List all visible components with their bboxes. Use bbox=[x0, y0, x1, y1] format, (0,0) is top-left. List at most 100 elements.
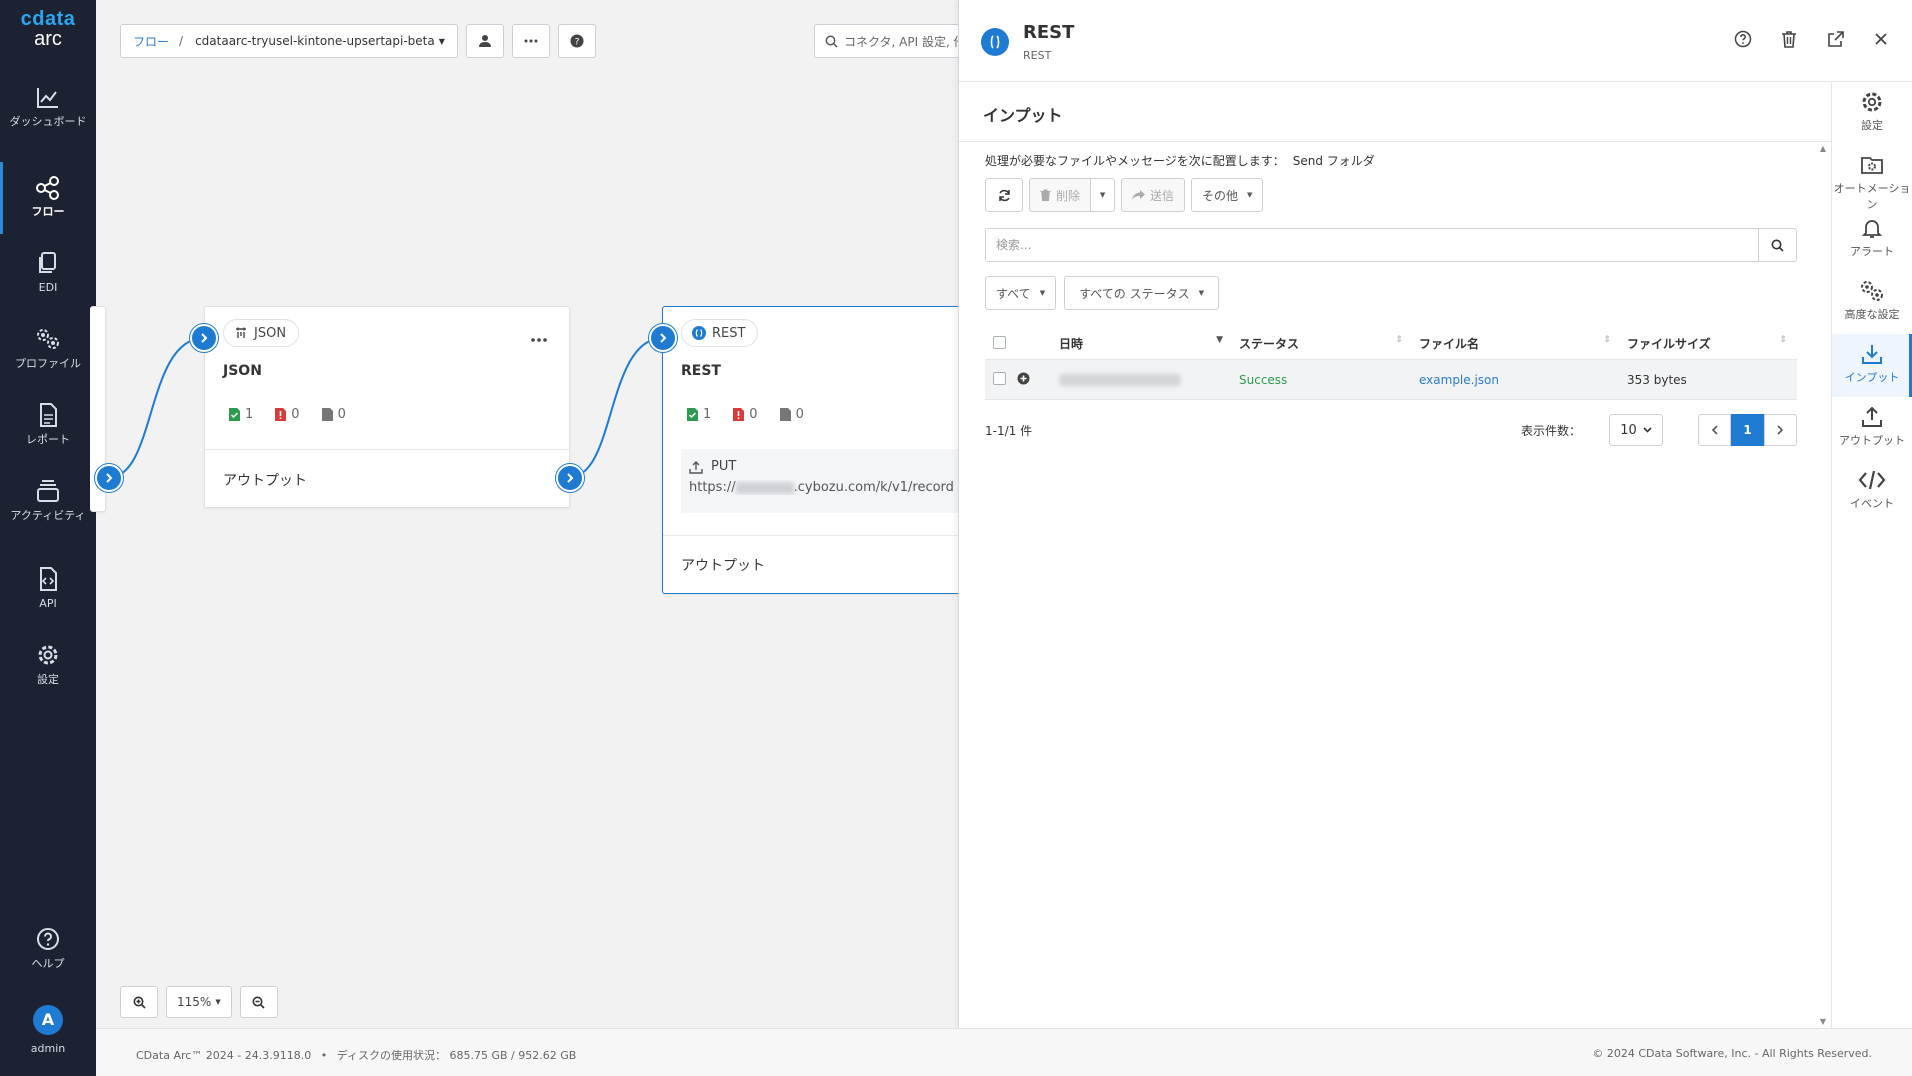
panel-title: REST bbox=[1023, 22, 1075, 43]
zoom-out-button[interactable] bbox=[239, 986, 278, 1018]
user-menu[interactable]: A admin bbox=[0, 1005, 96, 1055]
prev-page-button[interactable] bbox=[1698, 414, 1731, 446]
nav-item-report[interactable]: レポート bbox=[0, 402, 96, 446]
tab-automation[interactable]: オートメーション bbox=[1832, 145, 1912, 211]
file-icon bbox=[779, 408, 791, 421]
zoom-out-icon bbox=[252, 996, 265, 1009]
page-button-current[interactable]: 1 bbox=[1731, 414, 1764, 446]
pending-count[interactable]: 0 bbox=[321, 407, 346, 422]
select-all-checkbox[interactable] bbox=[993, 335, 1006, 349]
trash-icon bbox=[1040, 189, 1051, 201]
search-icon bbox=[1771, 239, 1784, 252]
page-size-select[interactable]: 10 bbox=[1609, 414, 1663, 446]
upload-icon bbox=[689, 460, 703, 474]
scroll-down-arrow[interactable]: ▼ bbox=[1820, 1017, 1826, 1026]
nav-item-profile[interactable]: プロファイル bbox=[0, 326, 96, 370]
more-dropdown[interactable]: その他 ▼ bbox=[1191, 178, 1264, 212]
nav-item-flow[interactable]: フロー bbox=[0, 162, 96, 234]
code-icon bbox=[1858, 470, 1886, 490]
file-error-icon bbox=[733, 408, 745, 421]
send-button[interactable]: 送信 bbox=[1121, 178, 1186, 212]
table-row[interactable]: Success example.json 353 bytes bbox=[985, 360, 1797, 400]
footer: CData Arc™ 2024 - 24.3.9118.0 • ディスクの使用状… bbox=[96, 1028, 1912, 1076]
column-header-status[interactable]: ステータス ⇕ bbox=[1233, 335, 1413, 352]
status-filter-dropdown[interactable]: すべての ステータス ▼ bbox=[1064, 276, 1219, 310]
success-count[interactable]: 1 bbox=[229, 407, 253, 422]
delete-button[interactable]: 削除 bbox=[1029, 178, 1092, 212]
zoom-in-icon bbox=[133, 996, 146, 1009]
previous-node-output-port[interactable] bbox=[95, 464, 123, 492]
tab-settings[interactable]: 設定 bbox=[1832, 82, 1912, 145]
json-icon bbox=[236, 327, 246, 338]
panel-header: REST REST bbox=[959, 0, 1912, 82]
version-text: CData Arc™ 2024 - 24.3.9118.0 bbox=[136, 1049, 312, 1062]
redacted-datetime bbox=[1059, 373, 1181, 386]
pending-count[interactable]: 0 bbox=[779, 407, 804, 422]
delete-connector-button[interactable] bbox=[1778, 28, 1800, 50]
json-node-output-port[interactable] bbox=[556, 464, 584, 492]
zoom-level-dropdown[interactable]: 115% ▼ bbox=[166, 986, 232, 1018]
cdata-arc-logo[interactable]: cdata arc bbox=[0, 8, 96, 51]
caret-down-icon: ▼ bbox=[1039, 289, 1046, 297]
row-datetime bbox=[1053, 373, 1233, 386]
file-search-input[interactable] bbox=[986, 229, 1758, 261]
tab-events[interactable]: イベント bbox=[1832, 460, 1912, 523]
nav-item-dashboard[interactable]: ダッシュボード bbox=[0, 86, 96, 128]
nav-item-activity[interactable]: アクティビティ bbox=[0, 478, 96, 522]
question-circle-icon bbox=[37, 928, 59, 950]
sort-icon: ⇕ bbox=[1779, 335, 1787, 345]
layers-icon bbox=[37, 480, 59, 502]
column-header-filename[interactable]: ファイル名 ⇕ bbox=[1413, 335, 1621, 352]
search-button[interactable] bbox=[1758, 229, 1796, 261]
nav-item-help[interactable]: ヘルプ bbox=[0, 926, 96, 970]
download-icon bbox=[1862, 345, 1882, 364]
zoom-in-button[interactable] bbox=[120, 986, 158, 1018]
delete-dropdown-toggle[interactable]: ▼ bbox=[1091, 178, 1116, 212]
close-icon bbox=[1875, 33, 1887, 45]
column-header-filesize[interactable]: ファイルサイズ ⇕ bbox=[1621, 335, 1797, 352]
nav-item-settings[interactable]: 設定 bbox=[0, 642, 96, 686]
rest-node[interactable]: REST REST 1 0 0 PUT https://.cybozu.com/… bbox=[662, 306, 963, 594]
url-prefix: https:// bbox=[689, 480, 736, 495]
divider bbox=[205, 449, 569, 450]
panel-side-tabs: 設定 オートメーション アラート 高度な設定 インプット アウトプット イベント bbox=[1831, 82, 1912, 1028]
file-error-icon bbox=[275, 408, 287, 421]
tab-advanced-settings[interactable]: 高度な設定 bbox=[1832, 271, 1912, 334]
filename-link[interactable]: example.json bbox=[1419, 373, 1499, 387]
column-header-datetime[interactable]: 日時 ▼ bbox=[1053, 335, 1233, 352]
nav-item-edi[interactable]: EDI bbox=[0, 250, 96, 294]
row-checkbox[interactable] bbox=[993, 371, 1006, 385]
folder-gear-icon bbox=[1861, 157, 1883, 174]
connector-panel: REST REST インプット ▲ 処理が必要なファイルやメッセージを次に配置し… bbox=[958, 0, 1912, 1028]
external-link-icon bbox=[1827, 30, 1844, 47]
open-external-button[interactable] bbox=[1824, 28, 1846, 50]
tab-output[interactable]: アウトプット bbox=[1832, 397, 1912, 460]
tab-input[interactable]: インプット bbox=[1832, 334, 1912, 397]
success-count[interactable]: 1 bbox=[687, 407, 711, 422]
type-filter-dropdown[interactable]: すべて ▼ bbox=[985, 276, 1057, 310]
node-menu-button[interactable] bbox=[531, 331, 547, 346]
refresh-button[interactable] bbox=[985, 178, 1023, 212]
chevron-right-icon bbox=[1777, 425, 1784, 435]
rest-node-input-port[interactable] bbox=[649, 324, 677, 352]
error-count[interactable]: 0 bbox=[733, 407, 758, 422]
send-folder-link[interactable]: Send フォルダ bbox=[1293, 154, 1375, 168]
error-count[interactable]: 0 bbox=[275, 407, 300, 422]
share-arrow-icon bbox=[1132, 189, 1146, 200]
next-page-button[interactable] bbox=[1764, 414, 1797, 446]
scroll-up-arrow[interactable]: ▲ bbox=[1820, 144, 1826, 153]
json-node[interactable]: JSON JSON 1 0 0 アウトプット bbox=[204, 306, 570, 508]
flow-canvas[interactable]: フロー / cdataarc-tryusel-kintone-upsertapi… bbox=[90, 0, 964, 1028]
tab-alerts[interactable]: アラート bbox=[1832, 208, 1912, 271]
json-node-tag: JSON bbox=[223, 319, 300, 347]
close-button[interactable] bbox=[1870, 28, 1892, 50]
json-node-input-port[interactable] bbox=[190, 324, 218, 352]
section-title: インプット bbox=[983, 106, 1063, 125]
send-folder-hint: 処理が必要なファイルやメッセージを次に配置します： Send フォルダ bbox=[985, 154, 1375, 168]
help-button[interactable] bbox=[1732, 28, 1754, 50]
footer-info: CData Arc™ 2024 - 24.3.9118.0 • ディスクの使用状… bbox=[136, 1049, 577, 1062]
redacted-host bbox=[735, 481, 794, 494]
sort-icon: ⇕ bbox=[1395, 335, 1403, 345]
nav-item-api[interactable]: API bbox=[0, 566, 96, 610]
expand-row-button[interactable] bbox=[1017, 372, 1053, 388]
